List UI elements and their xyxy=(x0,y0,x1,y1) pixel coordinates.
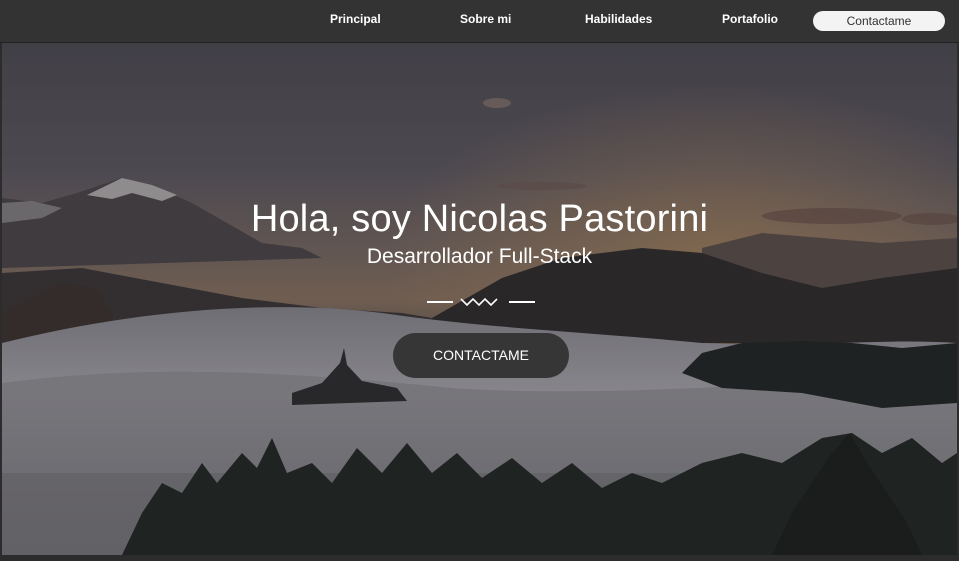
zigzag-divider-icon xyxy=(427,297,535,307)
nav-portafolio[interactable]: Portafolio xyxy=(722,12,778,26)
hero-subtitle: Desarrollador Full-Stack xyxy=(366,245,593,268)
contact-cta-button[interactable]: CONTACTAME xyxy=(393,333,569,378)
nav-sobre-mi[interactable]: Sobre mi xyxy=(460,12,511,26)
nav-habilidades[interactable]: Habilidades xyxy=(585,12,652,26)
nav-principal[interactable]: Principal xyxy=(330,12,381,26)
navbar: Principal Sobre mi Habilidades Portafoli… xyxy=(0,0,959,43)
nav-contact-button[interactable]: Contactame xyxy=(813,11,945,31)
hero-title: Hola, soy Nicolas Pastorini xyxy=(250,198,709,240)
hero-section: Hola, soy Nicolas Pastorini Desarrollado… xyxy=(2,43,957,555)
page-bottom-strip xyxy=(0,555,959,561)
